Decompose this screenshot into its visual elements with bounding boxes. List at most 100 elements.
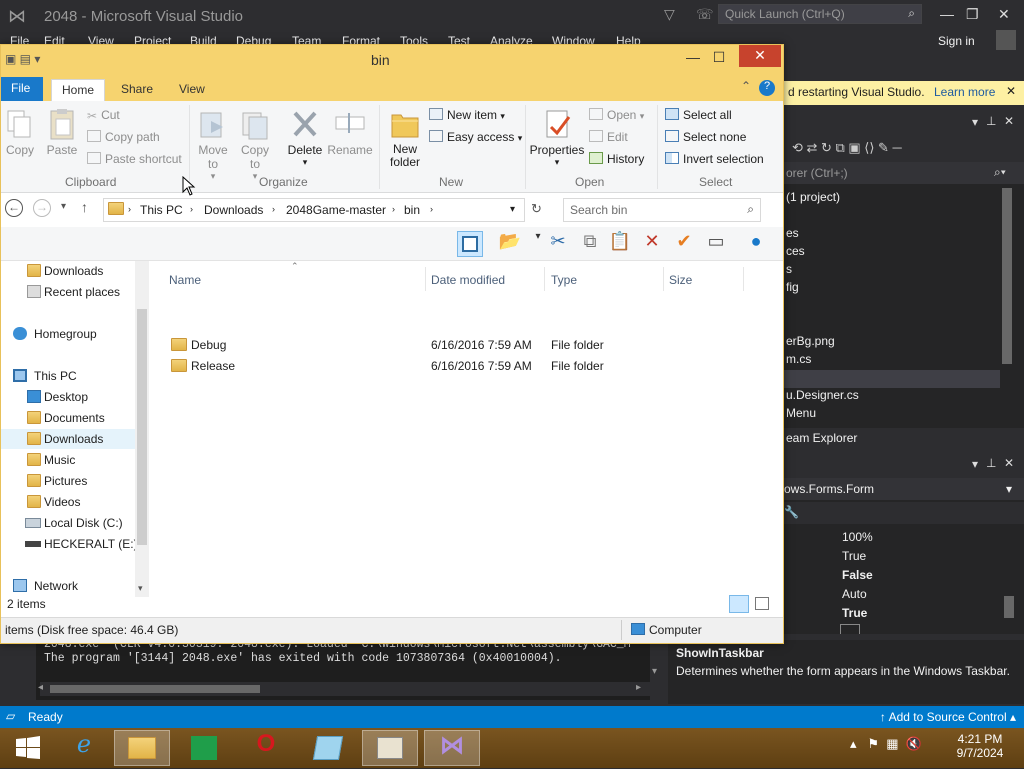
history-button[interactable]: History — [589, 152, 644, 166]
nav-item-documents[interactable]: Documents — [1, 408, 135, 428]
new-item-button[interactable]: New item ▾ — [429, 108, 505, 122]
select-all-button[interactable]: Select all — [665, 108, 732, 122]
dropdown-icon[interactable]: ▾ — [972, 457, 978, 471]
toolbar-icons[interactable]: ⟲ ⇄ ↻ ⧉ ▣ ⟨⟩ ✎ ─ — [792, 140, 902, 156]
learn-more-link[interactable]: Learn more — [934, 85, 995, 99]
column-divider[interactable] — [544, 267, 545, 291]
vertical-scrollbar[interactable]: ▾ — [135, 261, 149, 597]
nav-item-recent-places[interactable]: Recent places — [1, 282, 135, 302]
column-divider[interactable] — [663, 267, 664, 291]
visual-studio-taskbar-icon[interactable]: ⋈ — [424, 730, 480, 766]
dropdown-icon[interactable]: ▾ — [972, 115, 978, 129]
tree-item[interactable]: Menu — [786, 406, 816, 420]
nav-item-this-pc[interactable]: This PC — [1, 366, 135, 386]
feedback-icon[interactable]: ☏ — [696, 6, 714, 23]
nav-item-videos[interactable]: Videos — [1, 492, 135, 512]
copy-to-button[interactable]: Copy to ▾ — [237, 107, 273, 182]
breadcrumb-separator[interactable]: › — [128, 204, 131, 214]
up-button[interactable]: ↑ — [81, 199, 88, 215]
property-edit-box[interactable] — [840, 624, 860, 634]
start-button[interactable] — [0, 730, 56, 766]
checkmark-icon[interactable]: ✔ — [671, 231, 697, 257]
search-input[interactable]: Search bin ⌕ — [563, 198, 761, 222]
property-value[interactable]: True — [842, 606, 867, 620]
close-icon[interactable]: ✕ — [1004, 456, 1014, 470]
property-value[interactable]: True — [842, 549, 866, 563]
minimize-button[interactable]: — — [940, 6, 954, 22]
breadcrumb-separator[interactable]: › — [430, 204, 433, 214]
store-icon[interactable] — [176, 730, 232, 766]
column-header-type[interactable]: Type — [551, 273, 577, 287]
column-divider[interactable] — [743, 267, 744, 291]
internet-explorer-icon[interactable]: ℯ — [56, 730, 112, 766]
file-row[interactable]: Debug 6/16/2016 7:59 AM File folder — [167, 335, 667, 355]
scroll-down-icon[interactable]: ▾ — [652, 666, 657, 677]
volume-muted-icon[interactable]: 🔇 — [906, 736, 922, 751]
column-header-date[interactable]: Date modified — [431, 273, 505, 287]
quick-launch-input[interactable]: Quick Launch (Ctrl+Q) ⌕ — [718, 4, 922, 24]
close-button[interactable]: ✕ — [998, 6, 1010, 23]
scrollbar-thumb[interactable] — [50, 685, 260, 693]
quick-access-toolbar-icons[interactable]: ▣ ▤ ▾ — [5, 52, 40, 66]
move-to-button[interactable]: Move to ▾ — [195, 107, 231, 182]
breadcrumb-separator[interactable]: › — [392, 204, 395, 214]
recent-locations-dropdown[interactable]: ▾ — [61, 201, 66, 212]
paste-icon[interactable]: 📋 — [607, 231, 633, 257]
copy-path-button[interactable]: Copy path — [87, 130, 160, 144]
tree-item-selected[interactable] — [782, 370, 1000, 388]
nav-item-homegroup[interactable]: Homegroup — [1, 324, 135, 344]
solution-node[interactable]: (1 project) — [786, 190, 840, 204]
property-value[interactable]: False — [842, 568, 873, 582]
help-icon[interactable]: ? — [759, 80, 775, 96]
tree-item[interactable]: erBg.png — [786, 334, 835, 348]
scroll-down-icon[interactable]: ▾ — [138, 583, 143, 594]
breadcrumb-this-pc[interactable]: This PC — [140, 203, 183, 217]
close-icon[interactable]: ✕ — [1006, 84, 1016, 98]
notification-filter-icon[interactable]: ▽ — [664, 6, 675, 23]
wrench-icon[interactable]: 🔧 — [784, 505, 799, 519]
nav-item-downloads-selected[interactable]: Downloads — [1, 429, 135, 449]
column-divider[interactable] — [425, 267, 426, 291]
globe-icon[interactable]: ● — [743, 231, 769, 257]
delete-icon[interactable]: ✕ — [639, 231, 665, 257]
property-value[interactable]: 100% — [842, 530, 873, 544]
easy-access-button[interactable]: Easy access ▾ — [429, 130, 522, 144]
scroll-left-icon[interactable]: ◂ — [38, 682, 43, 694]
folder-options-icon[interactable]: 📂 — [497, 231, 523, 257]
notepad-icon[interactable] — [300, 730, 356, 766]
tab-share[interactable]: Share — [111, 79, 163, 101]
nav-item-pictures[interactable]: Pictures — [1, 471, 135, 491]
show-hidden-icons-icon[interactable]: ▴ — [850, 736, 857, 751]
copy-button[interactable]: Copy — [3, 107, 37, 157]
paste-button[interactable]: Paste — [43, 107, 81, 157]
property-value[interactable]: Auto — [842, 587, 867, 601]
rename-button[interactable]: Rename — [327, 107, 373, 157]
close-button[interactable]: ✕ — [739, 45, 781, 67]
taskbar-clock[interactable]: 4:21 PM 9/7/2024 — [950, 732, 1010, 760]
maximize-button[interactable]: ☐ — [705, 49, 733, 69]
account-avatar[interactable] — [996, 30, 1016, 50]
opera-icon[interactable]: O — [238, 730, 294, 766]
nav-item-music[interactable]: Music — [1, 450, 135, 470]
solution-search-input[interactable]: orer (Ctrl+;) ⌕▾ — [782, 162, 1024, 184]
copy-icon[interactable]: ⧉ — [577, 231, 603, 257]
edit-button[interactable]: Edit — [589, 130, 628, 144]
breadcrumb-downloads[interactable]: Downloads — [204, 203, 263, 217]
properties-button[interactable]: Properties ▾ — [529, 107, 585, 168]
breadcrumb-separator[interactable]: › — [190, 204, 193, 214]
breadcrumb-2048game-master[interactable]: 2048Game-master — [286, 203, 386, 217]
address-bar[interactable]: › This PC › Downloads › 2048Game-master … — [103, 198, 525, 222]
flag-icon[interactable]: ⚑ — [867, 736, 879, 751]
back-button[interactable]: ← — [5, 199, 23, 217]
file-explorer-taskbar-icon[interactable] — [114, 730, 170, 766]
rename-icon[interactable]: ▭ — [703, 231, 729, 257]
cut-icon[interactable]: ✂ — [545, 231, 571, 257]
breadcrumb-bin[interactable]: bin — [404, 203, 420, 217]
invert-selection-button[interactable]: Invert selection — [665, 152, 764, 166]
details-view-icon[interactable] — [729, 595, 749, 613]
nav-item-downloads[interactable]: Downloads — [1, 261, 135, 281]
new-folder-button[interactable]: New folder — [385, 107, 425, 169]
sign-in-link[interactable]: Sign in — [938, 34, 975, 48]
nav-item-local-disk-c[interactable]: Local Disk (C:) — [1, 513, 135, 533]
tab-home[interactable]: Home — [51, 79, 106, 101]
